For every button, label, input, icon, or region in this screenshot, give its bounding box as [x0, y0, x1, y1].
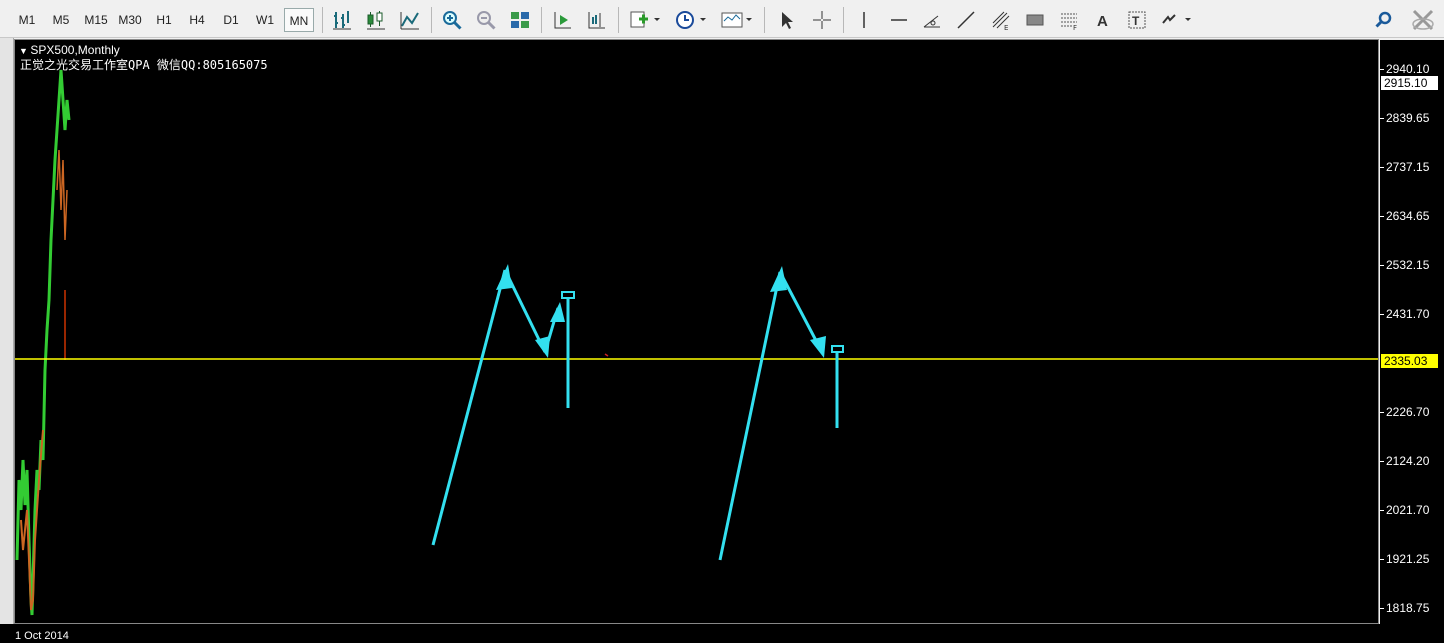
- price-tick: 2226.70: [1386, 405, 1430, 419]
- chart-symbol-label[interactable]: ▼ SPX500,Monthly: [19, 43, 120, 57]
- chart-area[interactable]: [15, 40, 1379, 624]
- vertical-line-icon[interactable]: [851, 6, 877, 34]
- toolbar-separator: [843, 7, 844, 33]
- marker: [604, 353, 609, 357]
- zoom-in-icon[interactable]: [439, 6, 465, 34]
- chart-shift-icon[interactable]: [584, 6, 610, 34]
- templates-icon[interactable]: [718, 6, 756, 34]
- close-icon[interactable]: [1408, 6, 1438, 34]
- cursor-icon[interactable]: [773, 6, 799, 34]
- candlestick-chart-icon[interactable]: [363, 6, 389, 34]
- arrow-head-icon: [770, 266, 787, 292]
- price-tick: 2124.20: [1386, 454, 1430, 468]
- arrow-head-icon: [810, 336, 826, 358]
- window-left-frame: [0, 38, 14, 643]
- auto-scroll-icon[interactable]: [550, 6, 576, 34]
- price-tick: 2737.15: [1386, 160, 1430, 174]
- timeframe-w1[interactable]: W1: [250, 8, 280, 32]
- svg-text:T: T: [1132, 14, 1140, 28]
- timeframe-d1[interactable]: D1: [216, 8, 246, 32]
- price-bars: [15, 69, 71, 616]
- arrows-icon[interactable]: [1158, 6, 1194, 34]
- tick-mark: [1380, 559, 1384, 560]
- tick-mark: [1380, 265, 1384, 266]
- timeframe-h1[interactable]: H1: [150, 8, 178, 32]
- tick-mark: [1380, 314, 1384, 315]
- time-axis[interactable]: [0, 624, 1444, 643]
- toolbar-separator: [541, 7, 542, 33]
- price-tick: 1921.25: [1386, 552, 1430, 566]
- search-icon[interactable]: [1371, 6, 1397, 34]
- annotation-flag: [561, 291, 575, 299]
- fibonacci-icon[interactable]: E: [988, 6, 1014, 34]
- current-price-box: 2335.03: [1381, 354, 1438, 368]
- svg-text:E: E: [1004, 24, 1008, 31]
- tick-mark: [1380, 216, 1384, 217]
- periods-icon[interactable]: [672, 6, 710, 34]
- line-chart-icon[interactable]: [397, 6, 423, 34]
- timeframe-mn[interactable]: MN: [284, 8, 314, 32]
- price-tick: 1818.75: [1386, 601, 1430, 615]
- bar-chart-icon[interactable]: [329, 6, 355, 34]
- text-label-icon[interactable]: T: [1124, 6, 1150, 34]
- arrow-head-icon: [550, 302, 565, 322]
- crosshair-icon[interactable]: [809, 6, 835, 34]
- timeframe-h4[interactable]: H4: [182, 8, 212, 32]
- angle-line-icon[interactable]: [919, 6, 945, 34]
- fibo-channel-icon[interactable]: F: [1056, 6, 1082, 34]
- annotation-arrows-group-1: [431, 269, 560, 546]
- collapse-triangle-icon[interactable]: ▼: [19, 46, 30, 56]
- chart-info-text: 正觉之光交易工作室QPA 微信QQ:805165075: [20, 58, 268, 72]
- trendline-icon[interactable]: [953, 6, 979, 34]
- price-axis[interactable]: 2940.10 2915.10 2839.65 2737.15 2634.65 …: [1380, 40, 1444, 624]
- timeframe-m1[interactable]: M1: [12, 8, 42, 32]
- tick-mark: [1380, 461, 1384, 462]
- chart-canvas: [15, 69, 1379, 616]
- zoom-out-icon[interactable]: [473, 6, 499, 34]
- tick-mark: [1380, 608, 1384, 609]
- arrow-head-icon: [496, 264, 512, 290]
- tick-mark: [1380, 412, 1384, 413]
- time-axis-date-label: 1 Oct 2014: [15, 630, 69, 642]
- symbol-text: SPX500,Monthly: [30, 43, 120, 57]
- horizontal-line-icon[interactable]: [886, 6, 912, 34]
- price-tick: 2839.65: [1386, 111, 1430, 125]
- timeframe-m15[interactable]: M15: [80, 8, 112, 32]
- tile-windows-icon[interactable]: [507, 6, 533, 34]
- annotation-flag: [831, 345, 844, 353]
- tick-mark: [1380, 69, 1384, 70]
- tick-mark: [1380, 118, 1384, 119]
- indicators-icon[interactable]: [626, 6, 664, 34]
- top-price-box: 2915.10: [1381, 76, 1438, 90]
- toolbar-separator: [322, 7, 323, 33]
- annotation-arrows-group-2: [718, 271, 824, 561]
- svg-text:F: F: [1073, 24, 1077, 31]
- toolbar-separator: [764, 7, 765, 33]
- text-icon[interactable]: A: [1090, 6, 1116, 34]
- tick-mark: [1380, 510, 1384, 511]
- price-tick: 2634.65: [1386, 209, 1430, 223]
- price-tick: 2940.10: [1386, 62, 1430, 76]
- svg-text:A: A: [1097, 13, 1108, 30]
- toolbar: M1 M5 M15 M30 H1 H4 D1 W1 MN E F A T: [0, 0, 1444, 38]
- tick-mark: [1380, 167, 1384, 168]
- rectangle-icon[interactable]: [1022, 6, 1048, 34]
- toolbar-separator: [431, 7, 432, 33]
- price-tick: 2021.70: [1386, 503, 1430, 517]
- price-tick: 2431.70: [1386, 307, 1430, 321]
- toolbar-separator: [618, 7, 619, 33]
- timeframe-m30[interactable]: M30: [114, 8, 146, 32]
- timeframe-m5[interactable]: M5: [46, 8, 76, 32]
- price-tick: 2532.15: [1386, 258, 1430, 272]
